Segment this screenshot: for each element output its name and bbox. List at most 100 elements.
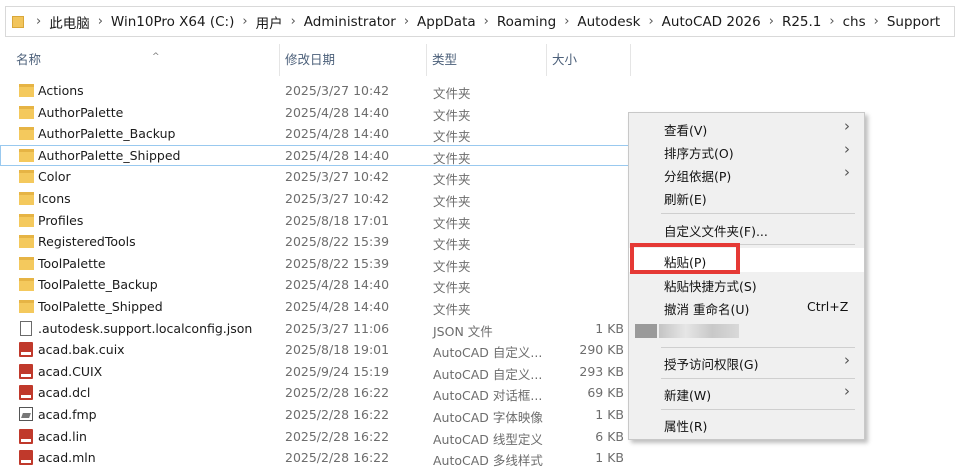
folder-icon (19, 235, 34, 249)
chevron-right-icon: › (844, 351, 850, 369)
chevron-right-icon[interactable]: › (283, 14, 304, 29)
breadcrumb-support[interactable]: Support (887, 14, 940, 30)
folder-icon (19, 127, 34, 141)
file-row[interactable]: AuthorPalette_Shipped 2025/4/28 14:40 文件夹 (0, 144, 630, 167)
menu-item-view[interactable]: 查看(V) › (629, 117, 864, 139)
file-row[interactable]: acad.CUIX 2025/9/24 15:19 AutoCAD 自定义... 29… (0, 361, 630, 383)
file-date: 2025/4/28 14:40 (285, 126, 390, 142)
chevron-right-icon[interactable]: › (821, 14, 842, 29)
menu-separator (661, 409, 855, 410)
file-type: AutoCAD 对话框... (433, 388, 543, 404)
file-row[interactable]: RegisteredTools 2025/8/22 15:39 文件夹 (0, 231, 630, 253)
file-type: AutoCAD 自定义... (433, 366, 543, 382)
file-row[interactable]: Actions 2025/3/27 10:42 文件夹 (0, 80, 630, 102)
menu-item-label: 撤消 重命名(U) (664, 302, 750, 317)
breadcrumb-drive-c[interactable]: Win10Pro X64 (C:) (111, 14, 234, 30)
file-name: Icons (38, 190, 71, 206)
menu-item-undo-rename[interactable]: 撤消 重命名(U) Ctrl+Z (629, 296, 864, 318)
breadcrumb-appdata[interactable]: AppData (417, 14, 476, 30)
file-row[interactable]: acad.bak.cuix 2025/8/18 19:01 AutoCAD 自定义.… (0, 339, 630, 361)
file-row[interactable]: acad.fmp 2025/2/28 16:22 AutoCAD 字体映像 1 KB (0, 404, 630, 426)
breadcrumb-chs[interactable]: chs (843, 14, 866, 30)
file-date: 2025/3/27 11:06 (285, 320, 390, 336)
file-type: 文件夹 (433, 237, 471, 253)
menu-item-group-by[interactable]: 分组依据(P) › (629, 163, 864, 185)
file-type: 文件夹 (433, 280, 471, 296)
menu-item-sort-by[interactable]: 排序方式(O) › (629, 140, 864, 162)
file-name: .autodesk.support.localconfig.json (38, 320, 253, 336)
breadcrumb-this-pc[interactable]: 此电脑 (49, 12, 90, 32)
chevron-right-icon: › (844, 117, 850, 135)
folder-icon (19, 256, 34, 270)
file-row[interactable]: AuthorPalette 2025/4/28 14:40 文件夹 (0, 102, 630, 124)
file-row[interactable]: acad.lin 2025/2/28 16:22 AutoCAD 线型定义 6 KB (0, 426, 630, 448)
breadcrumb-administrator[interactable]: Administrator (304, 14, 396, 30)
file-name: AuthorPalette_Backup (38, 126, 176, 142)
autocad-file-icon (19, 385, 33, 401)
address-bar[interactable]: › 此电脑 › Win10Pro X64 (C:) › 用户 › Adminis… (0, 0, 957, 44)
chevron-right-icon[interactable]: › (90, 14, 111, 29)
file-row[interactable]: ToolPalette_Backup 2025/4/28 14:40 文件夹 (0, 274, 630, 296)
menu-item-shortcut: Ctrl+Z (807, 299, 849, 314)
file-row[interactable]: acad.dcl 2025/2/28 16:22 AutoCAD 对话框... 69 … (0, 382, 630, 404)
breadcrumb[interactable]: › 此电脑 › Win10Pro X64 (C:) › 用户 › Adminis… (5, 6, 955, 37)
autocad-file-icon (19, 428, 33, 444)
file-type: 文件夹 (433, 150, 471, 166)
file-date: 2025/3/27 10:42 (285, 190, 390, 206)
menu-item-give-access[interactable]: 授予访问权限(G) › (629, 351, 864, 373)
file-date: 2025/9/24 15:19 (285, 363, 390, 379)
file-row[interactable]: Color 2025/3/27 10:42 文件夹 (0, 166, 630, 188)
menu-item-redacted[interactable] (629, 320, 864, 342)
chevron-right-icon: › (844, 382, 850, 400)
file-row[interactable]: Icons 2025/3/27 10:42 文件夹 (0, 188, 630, 210)
autocad-file-icon (19, 363, 33, 379)
chevron-right-icon[interactable]: › (761, 14, 782, 29)
file-name: Color (38, 169, 71, 185)
column-type-label: 类型 (432, 52, 458, 67)
folder-icon (19, 105, 34, 119)
file-row[interactable]: AuthorPalette_Backup 2025/4/28 14:40 文件夹 (0, 123, 630, 145)
menu-item-label: 排序方式(O) (664, 146, 734, 161)
breadcrumb-r25-1[interactable]: R25.1 (782, 14, 821, 30)
folder-small-icon (12, 15, 24, 28)
chevron-right-icon[interactable]: › (234, 14, 255, 29)
chevron-right-icon[interactable]: › (640, 14, 661, 29)
file-type: AutoCAD 字体映像 (433, 409, 543, 425)
breadcrumb-users[interactable]: 用户 (256, 12, 283, 32)
menu-item-new[interactable]: 新建(W) › (629, 382, 864, 404)
chevron-right-icon[interactable]: › (556, 14, 577, 29)
menu-item-label: 属性(R) (664, 419, 708, 434)
file-row[interactable]: ToolPalette_Shipped 2025/4/28 14:40 文件夹 (0, 296, 630, 318)
document-icon (20, 320, 32, 336)
menu-item-customize-folder[interactable]: 自定义文件夹(F)... (629, 218, 864, 240)
chevron-right-icon[interactable]: › (396, 14, 417, 29)
column-header-size[interactable]: 大小 (548, 44, 631, 76)
file-row[interactable]: acad.mln 2025/2/28 16:22 AutoCAD 多线样式 1 KB (0, 447, 630, 469)
chevron-right-icon[interactable]: › (28, 14, 49, 29)
file-date: 2025/2/28 16:22 (285, 406, 390, 422)
column-name-label: 名称 (16, 52, 42, 67)
file-name: ToolPalette_Backup (38, 277, 158, 293)
file-size: 290 KB (579, 342, 624, 358)
chevron-right-icon[interactable]: › (476, 14, 497, 29)
breadcrumb-roaming[interactable]: Roaming (497, 14, 556, 30)
column-header-name[interactable]: 名称 ^ (12, 44, 280, 76)
chevron-right-icon[interactable]: › (866, 14, 887, 29)
breadcrumb-autocad-2026[interactable]: AutoCAD 2026 (662, 14, 761, 30)
file-row[interactable]: .autodesk.support.localconfig.json 2025/3… (0, 318, 630, 340)
menu-item-refresh[interactable]: 刷新(E) (629, 186, 864, 208)
folder-icon (19, 170, 34, 184)
column-header-date[interactable]: 修改日期 (281, 44, 427, 76)
file-row[interactable]: ToolPalette 2025/8/22 15:39 文件夹 (0, 253, 630, 275)
column-header-type[interactable]: 类型 (428, 44, 547, 76)
menu-item-properties[interactable]: 属性(R) (629, 413, 864, 435)
breadcrumb-autodesk[interactable]: Autodesk (577, 14, 640, 30)
autocad-file-icon (19, 342, 33, 358)
file-size: 1 KB (595, 320, 624, 336)
file-size: 69 KB (587, 385, 624, 401)
file-name: acad.dcl (38, 385, 91, 401)
menu-item-paste-shortcut[interactable]: 粘贴快捷方式(S) (629, 273, 864, 295)
file-row[interactable]: Profiles 2025/8/18 17:01 文件夹 (0, 210, 630, 232)
file-name: RegisteredTools (38, 234, 136, 250)
menu-item-label: 分组依据(P) (664, 169, 732, 184)
